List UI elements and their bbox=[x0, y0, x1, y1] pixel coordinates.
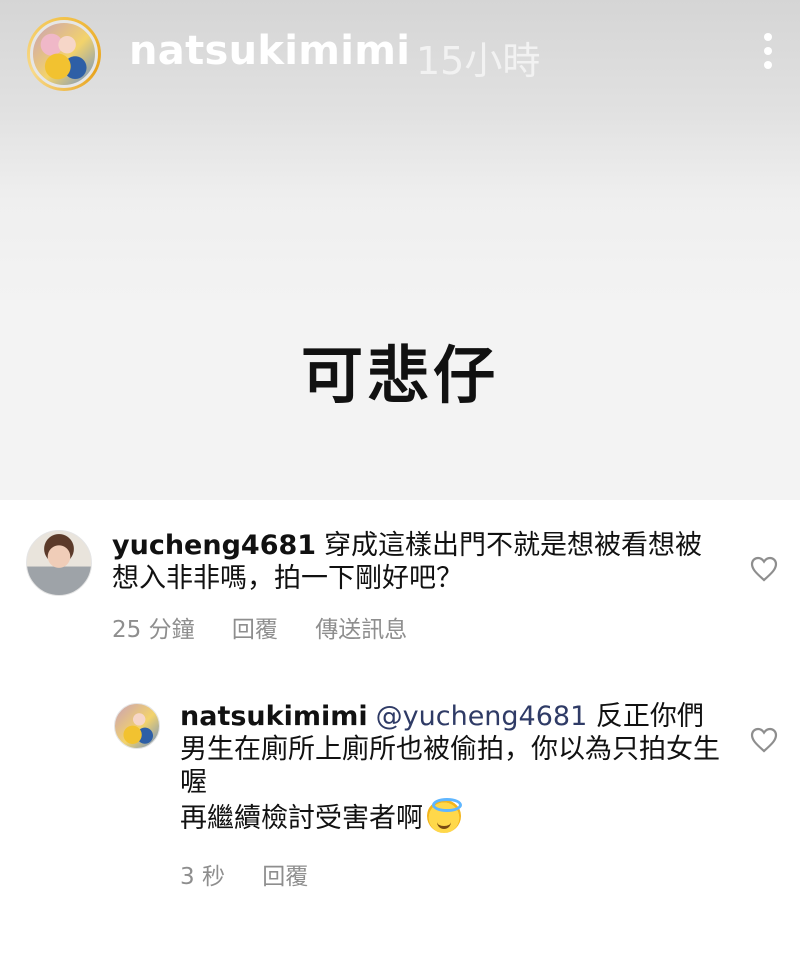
story-avatar[interactable] bbox=[27, 17, 101, 91]
more-options-icon[interactable] bbox=[758, 33, 778, 73]
comment-meta: 25 分鐘 回覆 傳送訊息 bbox=[112, 610, 437, 644]
send-message-button[interactable]: 傳送訊息 bbox=[315, 617, 407, 643]
reply-button[interactable]: 回覆 bbox=[262, 864, 308, 890]
comment-username[interactable]: yucheng4681 bbox=[112, 530, 316, 561]
reply-text-line2: 再繼續檢討受害者啊 bbox=[180, 803, 423, 834]
reply-username[interactable]: natsukimimi bbox=[180, 701, 368, 732]
commenter-avatar[interactable] bbox=[26, 530, 92, 596]
reply-author-avatar[interactable] bbox=[114, 703, 160, 749]
story-view: natsukimimi 15小時 可悲仔 bbox=[0, 0, 800, 500]
comment-time: 25 分鐘 bbox=[112, 617, 195, 643]
reply-button[interactable]: 回覆 bbox=[232, 617, 278, 643]
story-timestamp: 15小時 bbox=[416, 39, 541, 83]
story-text: 可悲仔 bbox=[300, 339, 499, 412]
heart-outline-icon[interactable] bbox=[750, 556, 778, 582]
reply-body: natsukimimi @yucheng4681 反正你們男生在廁所上廁所也被偷拍… bbox=[180, 700, 720, 835]
story-username[interactable]: natsukimimi bbox=[129, 28, 410, 74]
reply-time: 3 秒 bbox=[180, 864, 225, 890]
halo-emoji-icon bbox=[427, 798, 462, 833]
mention-link[interactable]: @yucheng4681 bbox=[376, 701, 588, 732]
avatar-image bbox=[30, 20, 98, 88]
story-header: natsukimimi 15小時 bbox=[0, 0, 800, 110]
heart-outline-icon[interactable] bbox=[750, 727, 778, 753]
comment-body: yucheng4681 穿成這樣出門不就是想被看想被想入非非嗎，拍一下剛好吧？ bbox=[112, 529, 712, 595]
reply-meta: 3 秒 回覆 bbox=[180, 857, 338, 891]
